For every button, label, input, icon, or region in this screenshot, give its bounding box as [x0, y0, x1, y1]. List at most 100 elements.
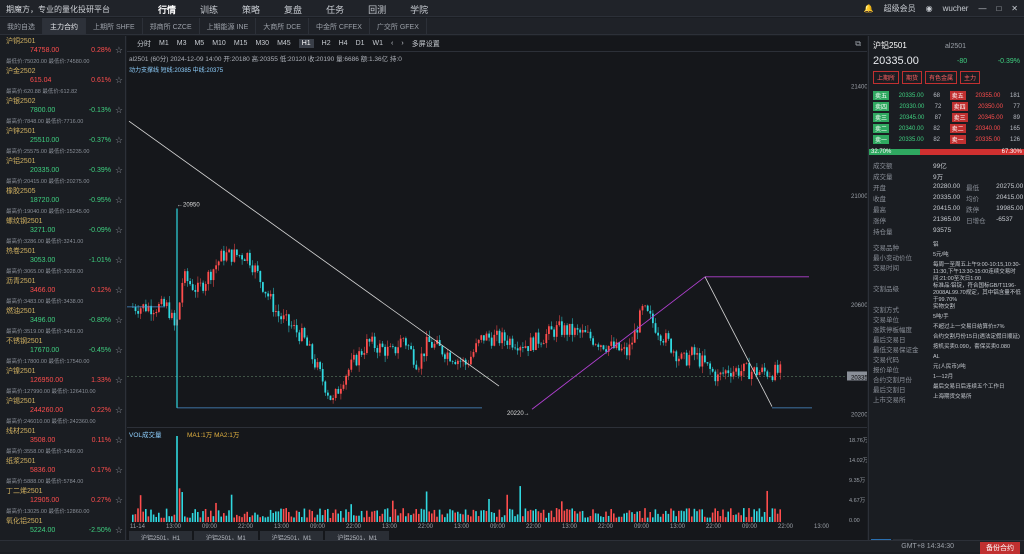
candle-body: [532, 337, 535, 351]
period-m10[interactable]: M10: [212, 40, 226, 47]
candle-body: [337, 388, 340, 394]
market-tab[interactable]: 郑商所 CZCE: [143, 18, 200, 34]
candle-body: [256, 265, 259, 272]
trend-line-up[interactable]: [531, 276, 706, 410]
watchlist-item[interactable]: 热卷2501 3053.00 -1.01% 最高价:3065.00 最低价:3028.…: [0, 246, 125, 276]
star-icon[interactable]: ☆: [115, 345, 123, 356]
period-m45[interactable]: M45: [277, 40, 291, 47]
prev-icon[interactable]: ‹: [391, 40, 393, 47]
watchlist-item[interactable]: 沪镍2501 126950.00 1.33% 最高价:127990.00 最低价:12…: [0, 366, 125, 396]
spec-key: 交易代码: [873, 357, 899, 364]
market-tab[interactable]: 上期能源 INE: [200, 18, 257, 34]
star-icon[interactable]: ☆: [115, 225, 123, 236]
star-icon[interactable]: ☆: [115, 135, 123, 146]
item-range: 最高价:20415.00 最低价:20275.00: [6, 179, 90, 185]
multi-screen-button[interactable]: 多屏设置: [412, 39, 440, 49]
nav-item[interactable]: 行情: [158, 3, 176, 16]
market-tab[interactable]: 主力合约: [43, 18, 86, 34]
star-icon[interactable]: ☆: [115, 45, 123, 56]
watchlist-item[interactable]: 沪银2502 7800.00 -0.13% 最高价:7848.00 最低价:7716.…: [0, 96, 125, 126]
candle-body: [514, 347, 516, 349]
period-w1[interactable]: W1: [373, 40, 384, 47]
period-m15[interactable]: M15: [234, 40, 248, 47]
watchlist-item[interactable]: 沪锌2501 25510.00 -0.37% 最高价:25575.00 最低价:252…: [0, 126, 125, 156]
star-icon[interactable]: ☆: [115, 105, 123, 116]
candlestick-chart[interactable]: 21400 21000 20600 20335 20200 ←20950 20220→: [127, 72, 867, 427]
star-icon[interactable]: ☆: [115, 405, 123, 416]
trend-line[interactable]: [128, 120, 500, 387]
period-h4[interactable]: H4: [339, 40, 348, 47]
watchlist-item[interactable]: 沥青2501 3466.00 0.12% 最高价:3483.00 最低价:3438.0…: [0, 276, 125, 306]
candle-body: [290, 325, 293, 327]
minimize-icon[interactable]: —: [978, 4, 986, 13]
next-icon[interactable]: ›: [401, 40, 403, 47]
expand-icon[interactable]: ⧉: [855, 39, 861, 49]
candle-body: [488, 333, 490, 338]
market-tab[interactable]: 中金所 CFFEX: [309, 18, 370, 34]
period-m3[interactable]: M3: [177, 40, 187, 47]
watchlist-item[interactable]: 沪金2502 615.04 0.61% 最高价:620.88 最低价:612.82 ☆: [0, 66, 125, 96]
star-icon[interactable]: ☆: [115, 525, 123, 536]
vip-badge[interactable]: 超级会员: [884, 3, 916, 14]
nav-item[interactable]: 复盘: [284, 3, 302, 16]
bid-qty: 87: [934, 114, 942, 121]
backup-contract-button[interactable]: 备份合约: [980, 542, 1020, 554]
market-tab[interactable]: 我的自选: [0, 18, 43, 34]
period-h1[interactable]: H1: [298, 39, 314, 48]
watchlist-item[interactable]: 线材2501 3508.00 0.11% 最高价:3558.00 最低价:3489.0…: [0, 426, 125, 456]
last-price: 20335.00: [873, 55, 919, 67]
period-toolbar: 分时 M1 M3 M5 M10 M15 M30 M45 H1 H2 H4 D1 W1 ‹ › 多屏设置: [127, 36, 867, 52]
market-tab[interactable]: 广交所 GFEX: [370, 18, 427, 34]
nav-item[interactable]: 回测: [368, 3, 386, 16]
star-icon[interactable]: ☆: [115, 375, 123, 386]
watchlist-item[interactable]: 不锈钢2501 17670.00 -0.45% 最高价:17800.00 最低价:17…: [0, 336, 125, 366]
watchlist-item[interactable]: 沪铜2501 74758.00 0.28% 最低价:75020.00 最低价:7458…: [0, 36, 125, 66]
star-icon[interactable]: ☆: [115, 315, 123, 326]
candle-body: [537, 332, 540, 344]
period-m1[interactable]: M1: [159, 40, 169, 47]
period-分时[interactable]: 分时: [137, 39, 151, 49]
nav-item[interactable]: 任务: [326, 3, 344, 16]
star-icon[interactable]: ☆: [115, 255, 123, 266]
item-name: 线材2501: [6, 428, 36, 435]
watchlist-item[interactable]: 燃油2501 3496.00 -0.80% 最高价:3519.00 最低价:3481.…: [0, 306, 125, 336]
volume-chart[interactable]: 18.76万14.02万9.35万4.67万0.00: [127, 436, 867, 528]
candle-body: [576, 328, 579, 330]
nav-item[interactable]: 训练: [200, 3, 218, 16]
watchlist-item[interactable]: 橡胶2505 18720.00 -0.95% 最高价:19040.00 最低价:185…: [0, 186, 125, 216]
item-change: 0.12%: [91, 287, 111, 294]
candle-body: [776, 364, 779, 373]
star-icon[interactable]: ☆: [115, 495, 123, 506]
period-m30[interactable]: M30: [255, 40, 269, 47]
bell-icon[interactable]: 🔔: [864, 4, 874, 13]
trend-line-down[interactable]: [704, 276, 773, 407]
watchlist-item[interactable]: 丁二烯2501 12905.00 0.27% 最高价:13025.00 最低价:128…: [0, 486, 125, 516]
market-tab[interactable]: 上期所 SHFE: [86, 18, 143, 34]
star-icon[interactable]: ☆: [115, 165, 123, 176]
nav-item[interactable]: 策略: [242, 3, 260, 16]
star-icon[interactable]: ☆: [115, 75, 123, 86]
period-h2[interactable]: H2: [322, 40, 331, 47]
star-icon[interactable]: ☆: [115, 195, 123, 206]
star-icon[interactable]: ☆: [115, 435, 123, 446]
candle-body: [600, 345, 602, 347]
candle-body: [646, 305, 649, 311]
star-icon[interactable]: ☆: [115, 285, 123, 296]
star-icon[interactable]: ☆: [115, 465, 123, 476]
close-icon[interactable]: ✕: [1011, 4, 1018, 13]
nav-item[interactable]: 学院: [410, 3, 428, 16]
item-name: 丁二烯2501: [6, 488, 43, 495]
watchlist-item[interactable]: 沪铝2501 20335.00 -0.39% 最高价:20415.00 最低价:202…: [0, 156, 125, 186]
period-d1[interactable]: D1: [356, 40, 365, 47]
period-m5[interactable]: M5: [194, 40, 204, 47]
market-tab[interactable]: 大商所 DCE: [256, 18, 309, 34]
watchlist-item[interactable]: 沪锡2501 244260.00 0.22% 最高价:246010.00 最低价:24…: [0, 396, 125, 426]
watchlist-item[interactable]: 纸浆2501 5836.00 0.17% 最高价:5888.00 最低价:5784.0…: [0, 456, 125, 486]
maximize-icon[interactable]: □: [996, 4, 1001, 13]
ask-price: 20340.00: [975, 125, 1001, 132]
candle-body: [519, 347, 522, 351]
watchlist-item[interactable]: 螺纹钢2501 3271.00 -0.09% 最高价:3286.00 最低价:3241…: [0, 216, 125, 246]
avatar[interactable]: ◉: [926, 4, 933, 13]
username[interactable]: wucher: [943, 4, 969, 13]
candle-body: [480, 335, 483, 340]
